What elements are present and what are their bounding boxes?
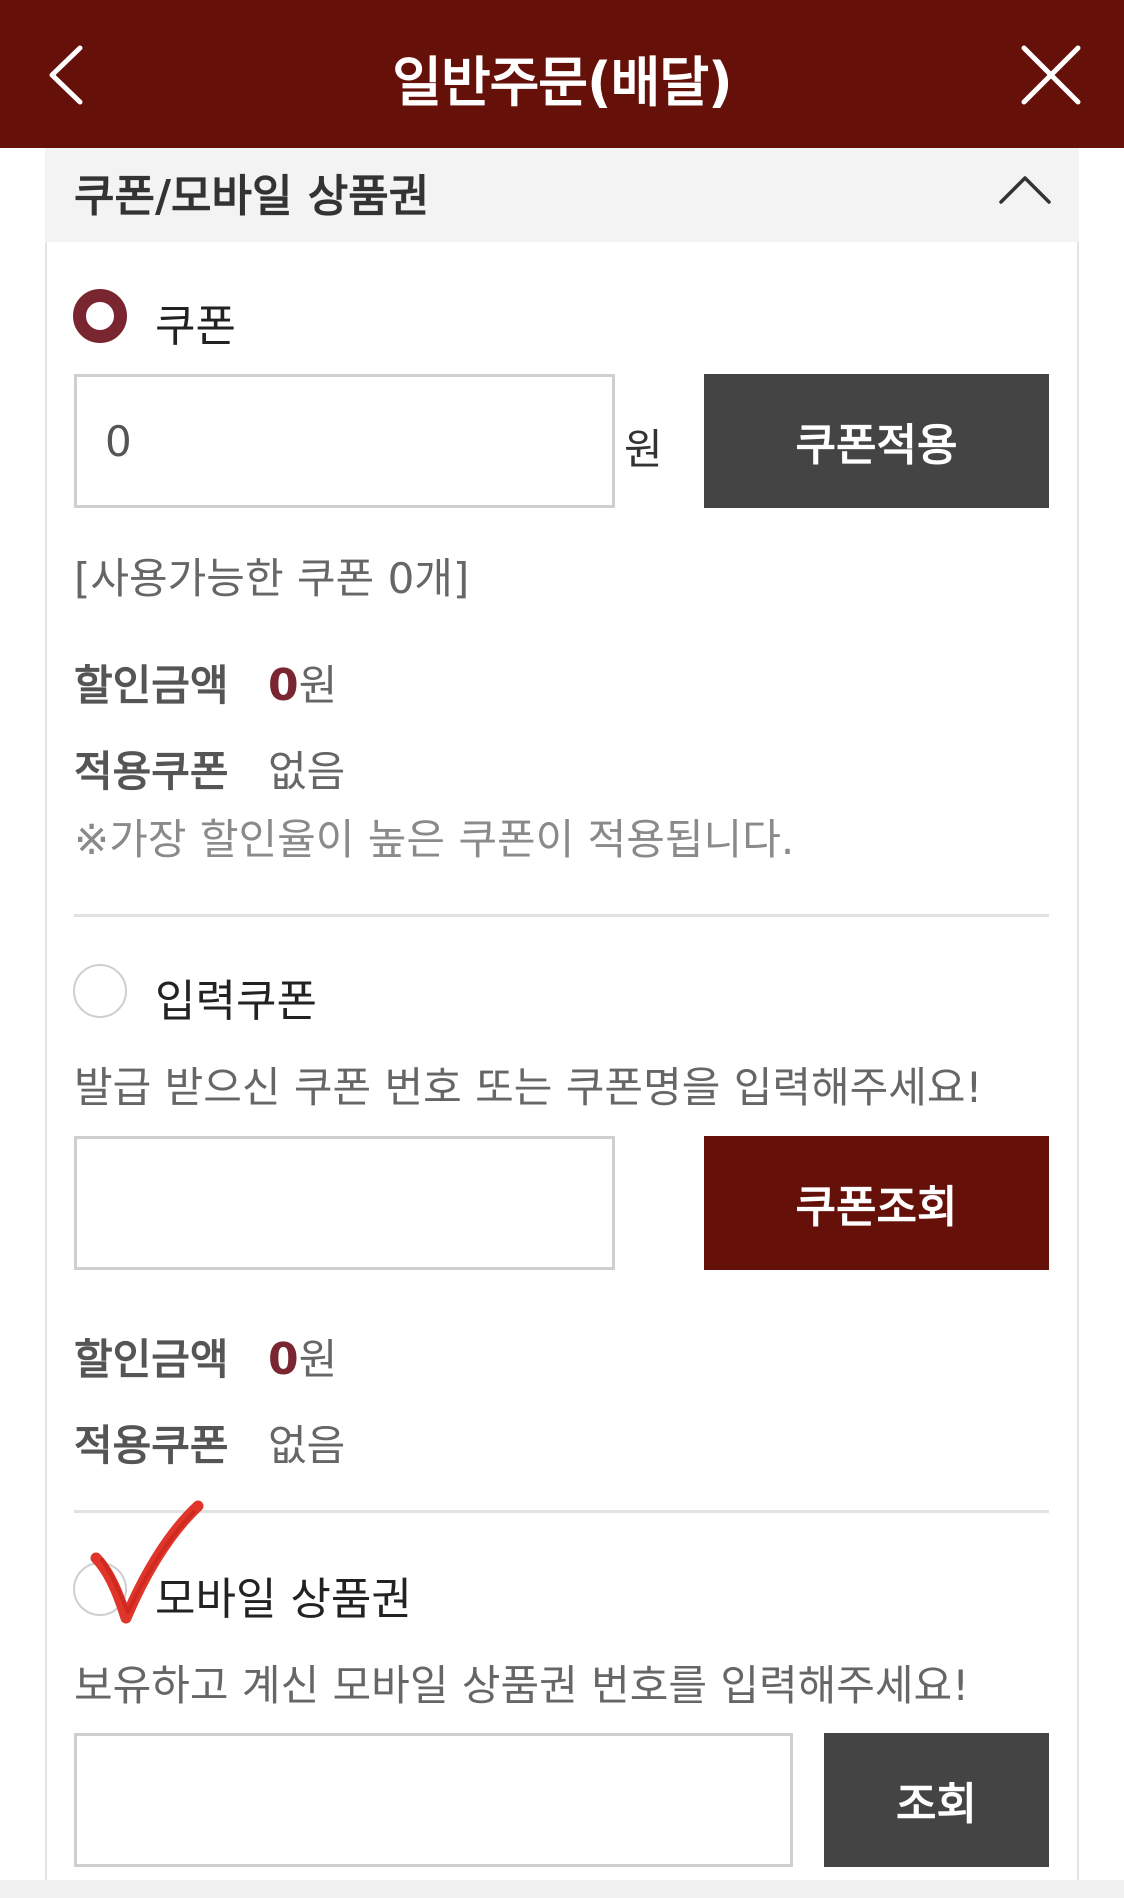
mobile-giftcard-description: 보유하고 계신 모바일 상품권 번호를 입력해주세요! [74,1661,970,1710]
applied-coupon-value: 없음 [268,747,346,796]
input-discount-value: 0 [268,1334,299,1385]
discount-label: 할인금액 [74,661,229,710]
divider [74,914,1049,917]
input-discount-label: 할인금액 [74,1335,229,1384]
input-discount-unit: 원 [298,1335,338,1384]
divider [74,1510,1049,1513]
input-applied-coupon-value: 없음 [268,1421,346,1470]
input-coupon-description: 발급 받으신 쿠폰 번호 또는 쿠폰명을 입력해주세요! [74,1063,983,1112]
discount-amount: 0원 [268,652,337,713]
coupon-note: ※가장 할인율이 높은 쿠폰이 적용됩니다. [74,815,795,864]
applied-coupon-label: 적용쿠폰 [74,747,229,796]
input-applied-coupon-label: 적용쿠폰 [74,1421,229,1470]
page-title: 일반주문(배달) [392,51,732,114]
coupon-code-input[interactable] [77,1139,612,1267]
discount-value: 0 [268,660,299,711]
chevron-up-icon[interactable] [997,168,1053,208]
app-header: 일반주문(배달) [0,0,1124,148]
coupon-code-field[interactable] [74,1136,615,1270]
discount-unit: 원 [298,661,338,710]
giftcard-search-button[interactable]: 조회 [824,1733,1049,1867]
coupon-radio[interactable] [73,289,127,343]
coupon-radio-label: 쿠폰 [155,301,236,352]
coupon-amount-field[interactable] [74,374,615,508]
available-coupons-text: [사용가능한 쿠폰 0개] [74,554,470,603]
coupon-apply-button[interactable]: 쿠폰적용 [704,374,1049,508]
coupon-amount-input[interactable] [77,377,612,505]
amount-unit: 원 [624,425,663,474]
bottom-edge [0,1880,1124,1898]
input-discount-amount: 0원 [268,1326,337,1387]
input-coupon-radio-label: 입력쿠폰 [155,976,317,1027]
close-icon[interactable] [1018,42,1084,108]
coupon-search-button[interactable]: 쿠폰조회 [704,1136,1049,1270]
section-title: 쿠폰/모바일 상품권 [74,171,430,222]
giftcard-code-input[interactable] [77,1736,790,1864]
section-header[interactable]: 쿠폰/모바일 상품권 [45,148,1079,242]
checkmark-annotation-icon [90,1500,204,1624]
giftcard-code-field[interactable] [74,1733,793,1867]
input-coupon-radio[interactable] [73,964,127,1018]
